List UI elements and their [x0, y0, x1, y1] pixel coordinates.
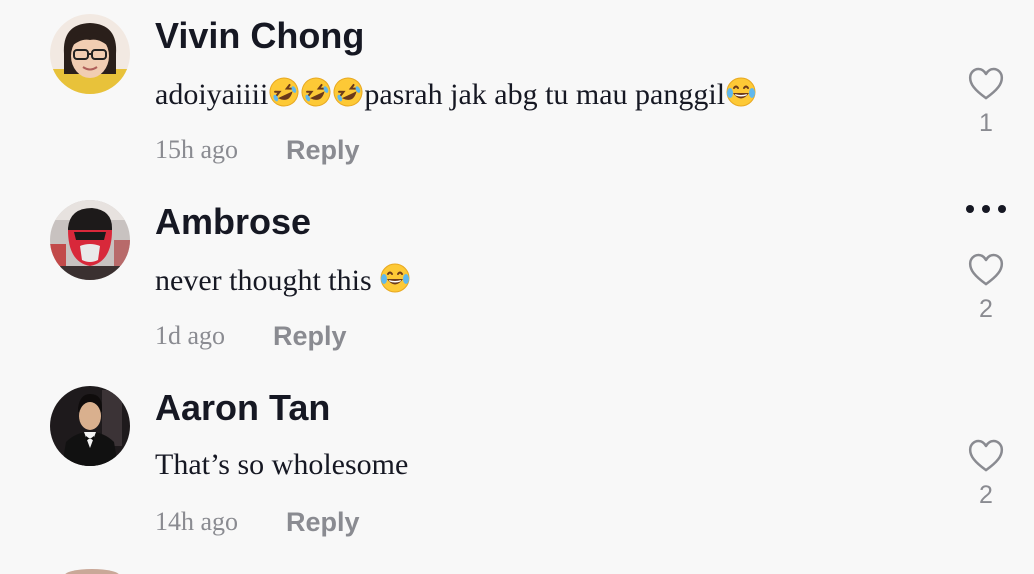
avatar[interactable]: [64, 569, 120, 574]
comment-meta: 14h ago Reply: [155, 504, 360, 540]
reply-button[interactable]: Reply: [286, 507, 360, 538]
reply-button[interactable]: Reply: [273, 321, 347, 352]
username[interactable]: Ambrose: [155, 201, 311, 243]
username[interactable]: Vivin Chong: [155, 15, 364, 57]
like-button[interactable]: 2: [962, 436, 1010, 510]
timestamp: 14h ago: [155, 507, 239, 536]
comment-text: never thought this: [155, 262, 411, 298]
like-count: 1: [979, 109, 993, 137]
comment-meta: 1d ago Reply: [155, 318, 347, 354]
heart-outline-icon: [966, 436, 1006, 476]
rolling-on-floor-laughing-emoji-icon: [268, 78, 364, 111]
comment-text-part: adoiyaiiii: [155, 78, 269, 111]
comment-text-part: never thought this: [155, 264, 380, 297]
avatar[interactable]: [50, 14, 130, 94]
comment-text: That’s so wholesome: [155, 448, 409, 481]
username[interactable]: Aaron Tan: [155, 387, 330, 429]
heart-outline-icon: [966, 64, 1006, 104]
face-with-tears-of-joy-emoji-icon: [725, 78, 757, 111]
avatar[interactable]: [50, 200, 130, 280]
timestamp: 15h ago: [155, 135, 239, 164]
face-with-tears-of-joy-emoji-icon: [379, 264, 411, 297]
comment-text: adoiyaiiii pasrah jak abg tu mau panggil: [155, 76, 757, 112]
timestamp: 1d ago: [155, 321, 226, 350]
avatar[interactable]: [50, 386, 130, 466]
comment-meta: 15h ago Reply: [155, 132, 360, 168]
heart-outline-icon: [966, 250, 1006, 290]
comment-item: Vivin Chong adoiyaiiii pasrah jak abg tu …: [0, 0, 1034, 186]
like-count: 2: [979, 481, 993, 509]
like-count: 2: [979, 295, 993, 323]
comment-text-part: pasrah jak abg tu mau panggil: [364, 78, 726, 111]
like-button[interactable]: 2: [962, 250, 1010, 324]
comment-item: Ambrose never thought this 1d ago Reply …: [0, 186, 1034, 372]
like-button[interactable]: 1: [962, 64, 1010, 138]
comment-list: Vivin Chong adoiyaiiii pasrah jak abg tu …: [0, 0, 1034, 574]
comment-item: Aaron Tan That’s so wholesome 14h ago Re…: [0, 372, 1034, 558]
reply-button[interactable]: Reply: [286, 135, 360, 166]
